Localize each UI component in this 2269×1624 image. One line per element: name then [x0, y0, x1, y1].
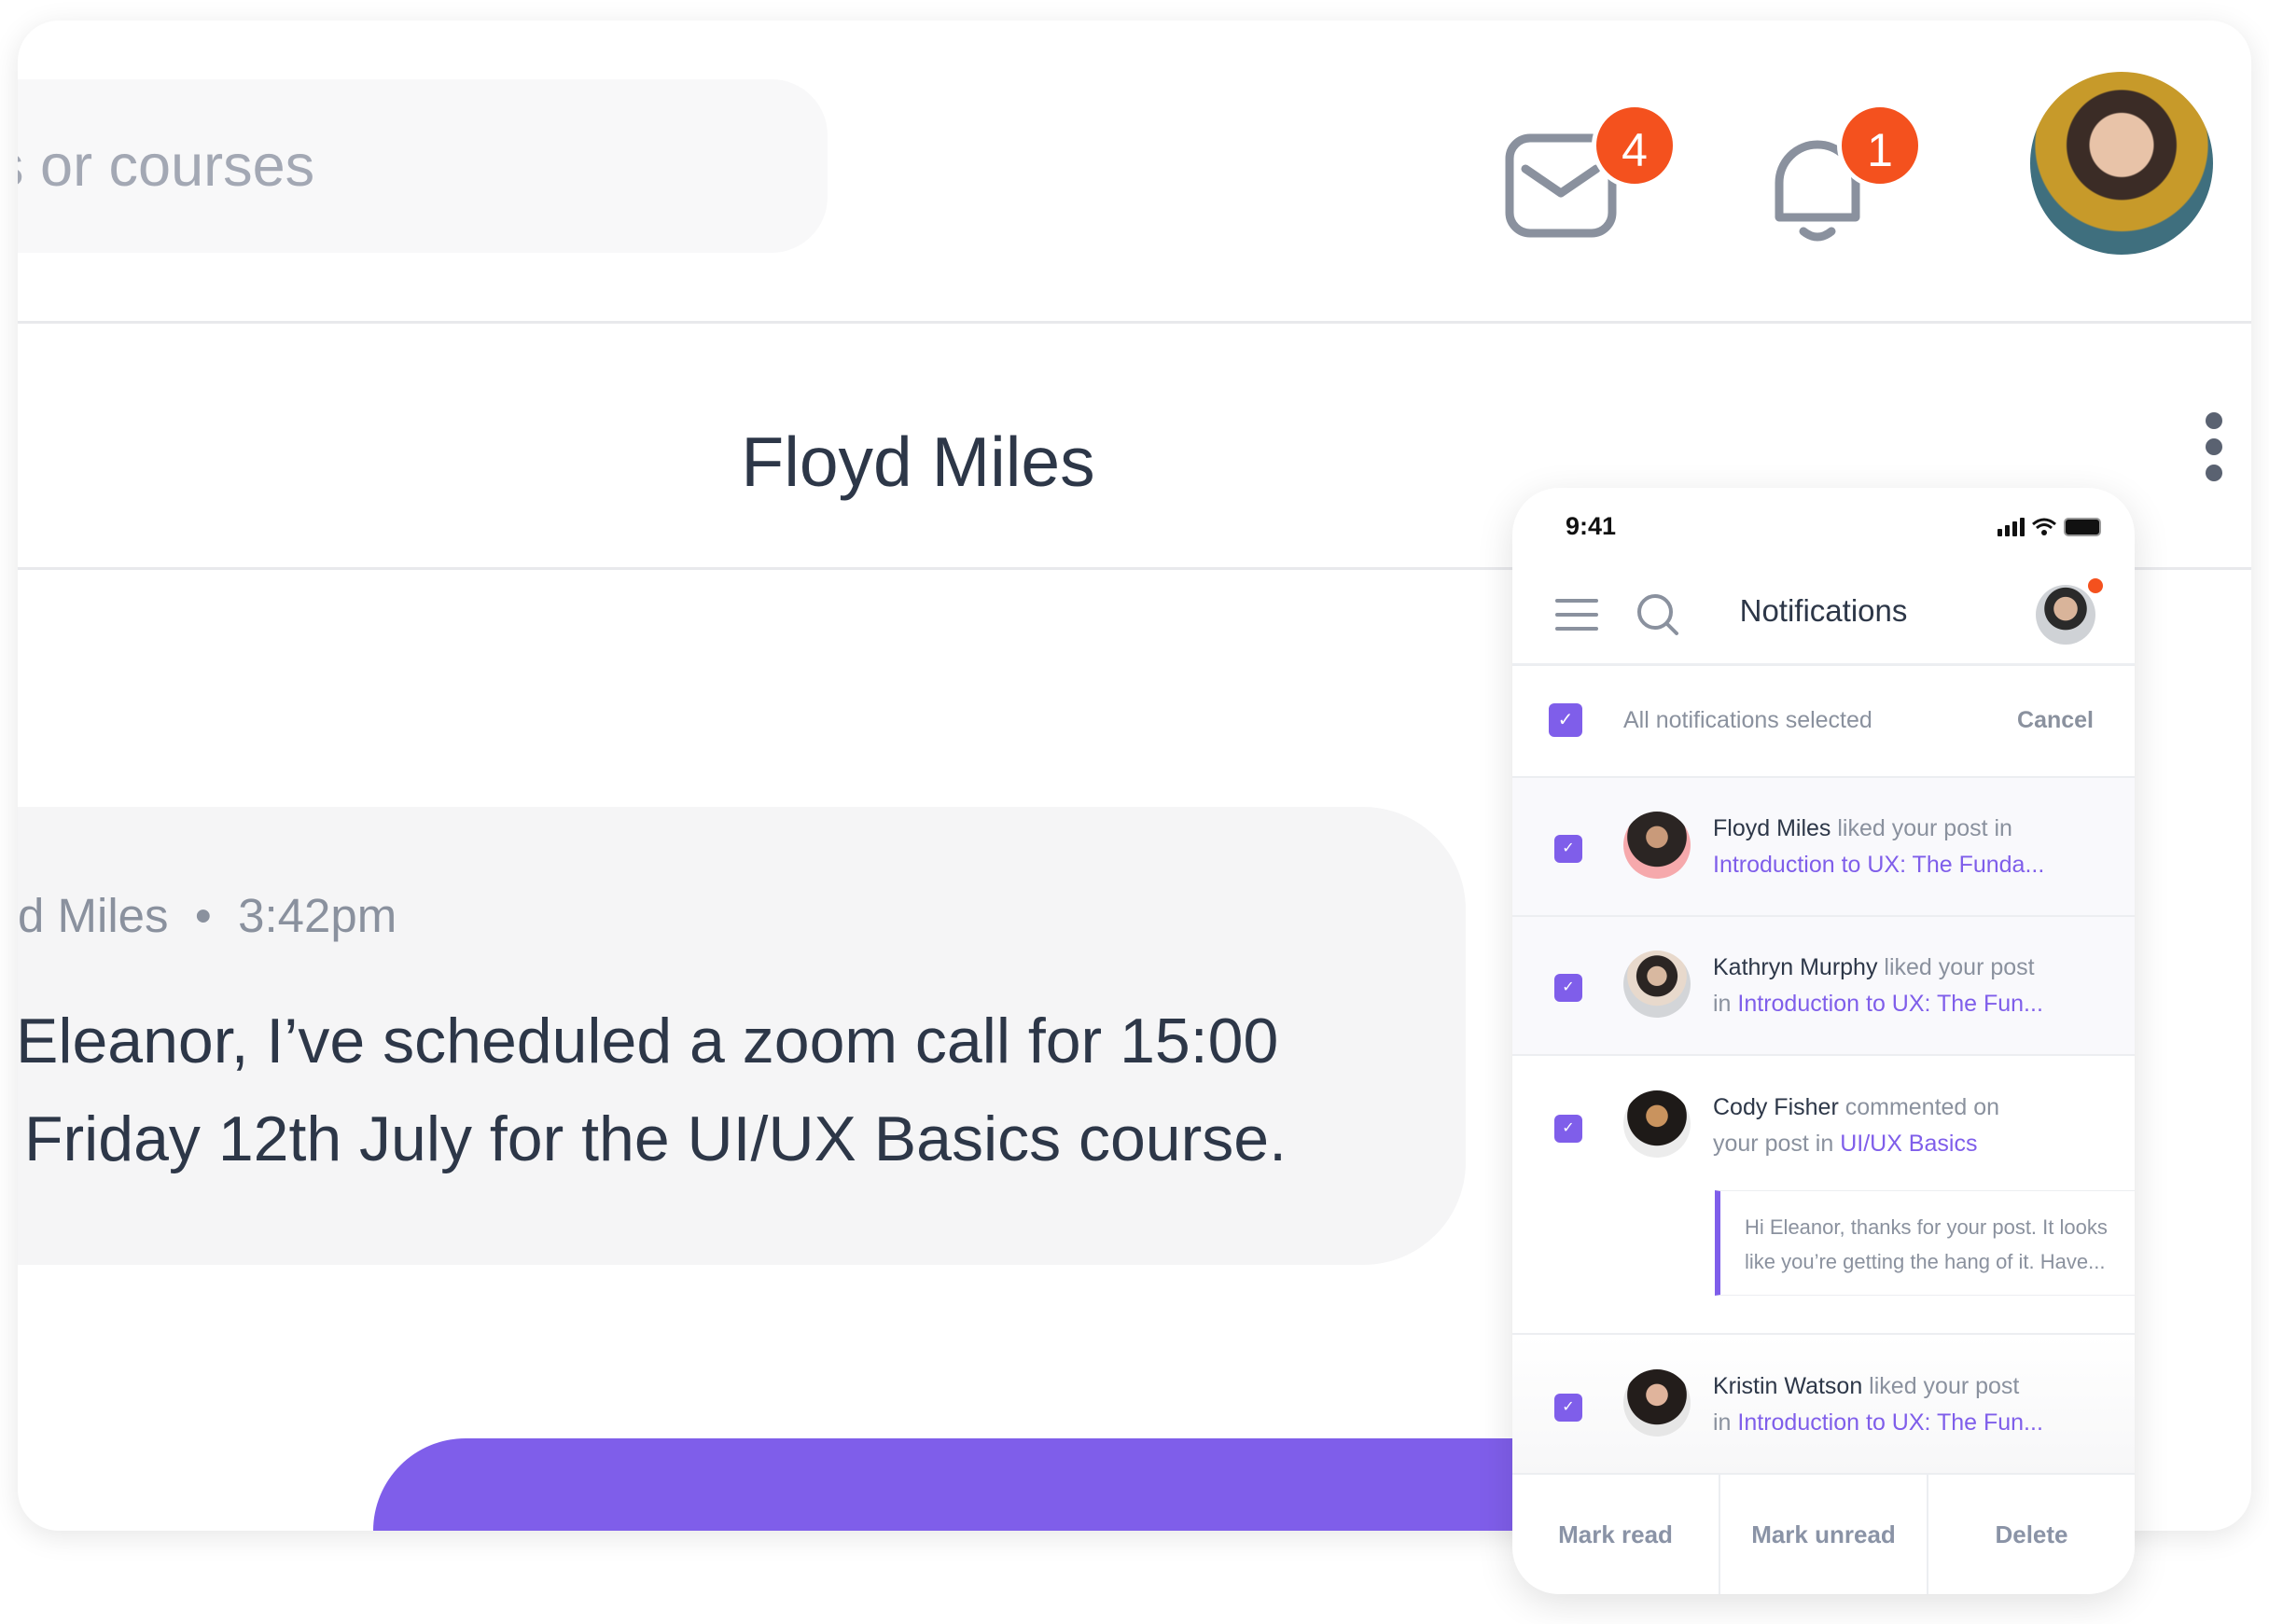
mail-badge: 4	[1592, 103, 1677, 188]
avatar	[1623, 1090, 1691, 1158]
search-input[interactable]: es or courses	[18, 79, 828, 253]
notifications-panel: 9:41 Notifications ✓ All notifications s…	[1512, 488, 2135, 1594]
more-options-icon[interactable]	[2206, 412, 2222, 491]
avatar	[1623, 1369, 1691, 1437]
action-footer: Mark read Mark unread Delete	[1512, 1473, 2135, 1594]
notification-text: Kathryn Murphy liked your post in Introdu…	[1713, 954, 2043, 1017]
mark-read-button[interactable]: Mark read	[1512, 1475, 1720, 1594]
message-meta: d Miles • 3:42pm	[18, 888, 397, 943]
message-sender: d Miles	[18, 889, 169, 942]
item-checkbox[interactable]: ✓	[1554, 1115, 1582, 1143]
notification-item[interactable]: ✓ Kathryn Murphy liked your post in Intro…	[1512, 915, 2135, 1054]
panel-avatar[interactable]	[2036, 585, 2095, 645]
notification-text: Kristin Watson liked your post in Introdu…	[1713, 1373, 2043, 1436]
avatar	[1623, 812, 1691, 879]
notification-text: Cody Fisher commented on your post in UI/…	[1713, 1094, 2000, 1157]
status-time: 9:41	[1566, 512, 1617, 540]
notification-text: Floyd Miles liked your post in Introducti…	[1713, 815, 2045, 878]
cancel-button[interactable]: Cancel	[2017, 707, 2094, 734]
notification-item[interactable]: ✓ Floyd Miles liked your post in Introduc…	[1512, 776, 2135, 915]
select-all-label: All notifications selected	[1623, 707, 1872, 733]
notification-item[interactable]: ✓ Cody Fisher commented on your post in U…	[1512, 1054, 2135, 1333]
status-icons	[1998, 518, 2101, 536]
avatar	[1623, 951, 1691, 1018]
comment-quote: Hi Eleanor, thanks for your post. It loo…	[1715, 1190, 2135, 1296]
message-time: 3:42pm	[238, 889, 397, 942]
bell-badge: 1	[1837, 103, 1923, 188]
item-checkbox[interactable]: ✓	[1554, 1394, 1582, 1422]
notification-item[interactable]: ✓ Kristin Watson liked your post in Intro…	[1512, 1333, 2135, 1473]
message-line: Eleanor, I’ve scheduled a zoom call for …	[18, 1006, 1279, 1076]
user-avatar[interactable]	[2030, 72, 2213, 255]
own-message-bubble	[373, 1438, 1679, 1531]
select-all-checkbox[interactable]: ✓	[1549, 703, 1582, 737]
mark-unread-button[interactable]: Mark unread	[1720, 1475, 1928, 1594]
message-line: Friday 12th July for the UI/UX Basics co…	[24, 1103, 1287, 1174]
separator: •	[194, 889, 212, 942]
search-placeholder: es or courses	[18, 133, 315, 199]
course-link[interactable]: Introduction to UX: The Fun...	[1737, 1409, 2043, 1436]
nav-divider	[1512, 663, 2135, 666]
header-divider	[18, 321, 2251, 324]
course-link[interactable]: Introduction to UX: The Fun...	[1737, 991, 2043, 1017]
mail-button[interactable]: 4	[1505, 103, 1677, 243]
notifications-button[interactable]: 1	[1766, 103, 1923, 250]
unread-dot	[2088, 578, 2103, 593]
delete-button[interactable]: Delete	[1928, 1475, 2135, 1594]
item-checkbox[interactable]: ✓	[1554, 974, 1582, 1002]
item-checkbox[interactable]: ✓	[1554, 835, 1582, 863]
quote-line: Hi Eleanor, thanks for your post. It loo…	[1745, 1215, 2108, 1239]
quote-line: like you’re getting the hang of it. Have…	[1745, 1250, 2106, 1273]
course-link[interactable]: UI/UX Basics	[1840, 1131, 1977, 1157]
course-link[interactable]: Introduction to UX: The Funda...	[1713, 852, 2044, 878]
